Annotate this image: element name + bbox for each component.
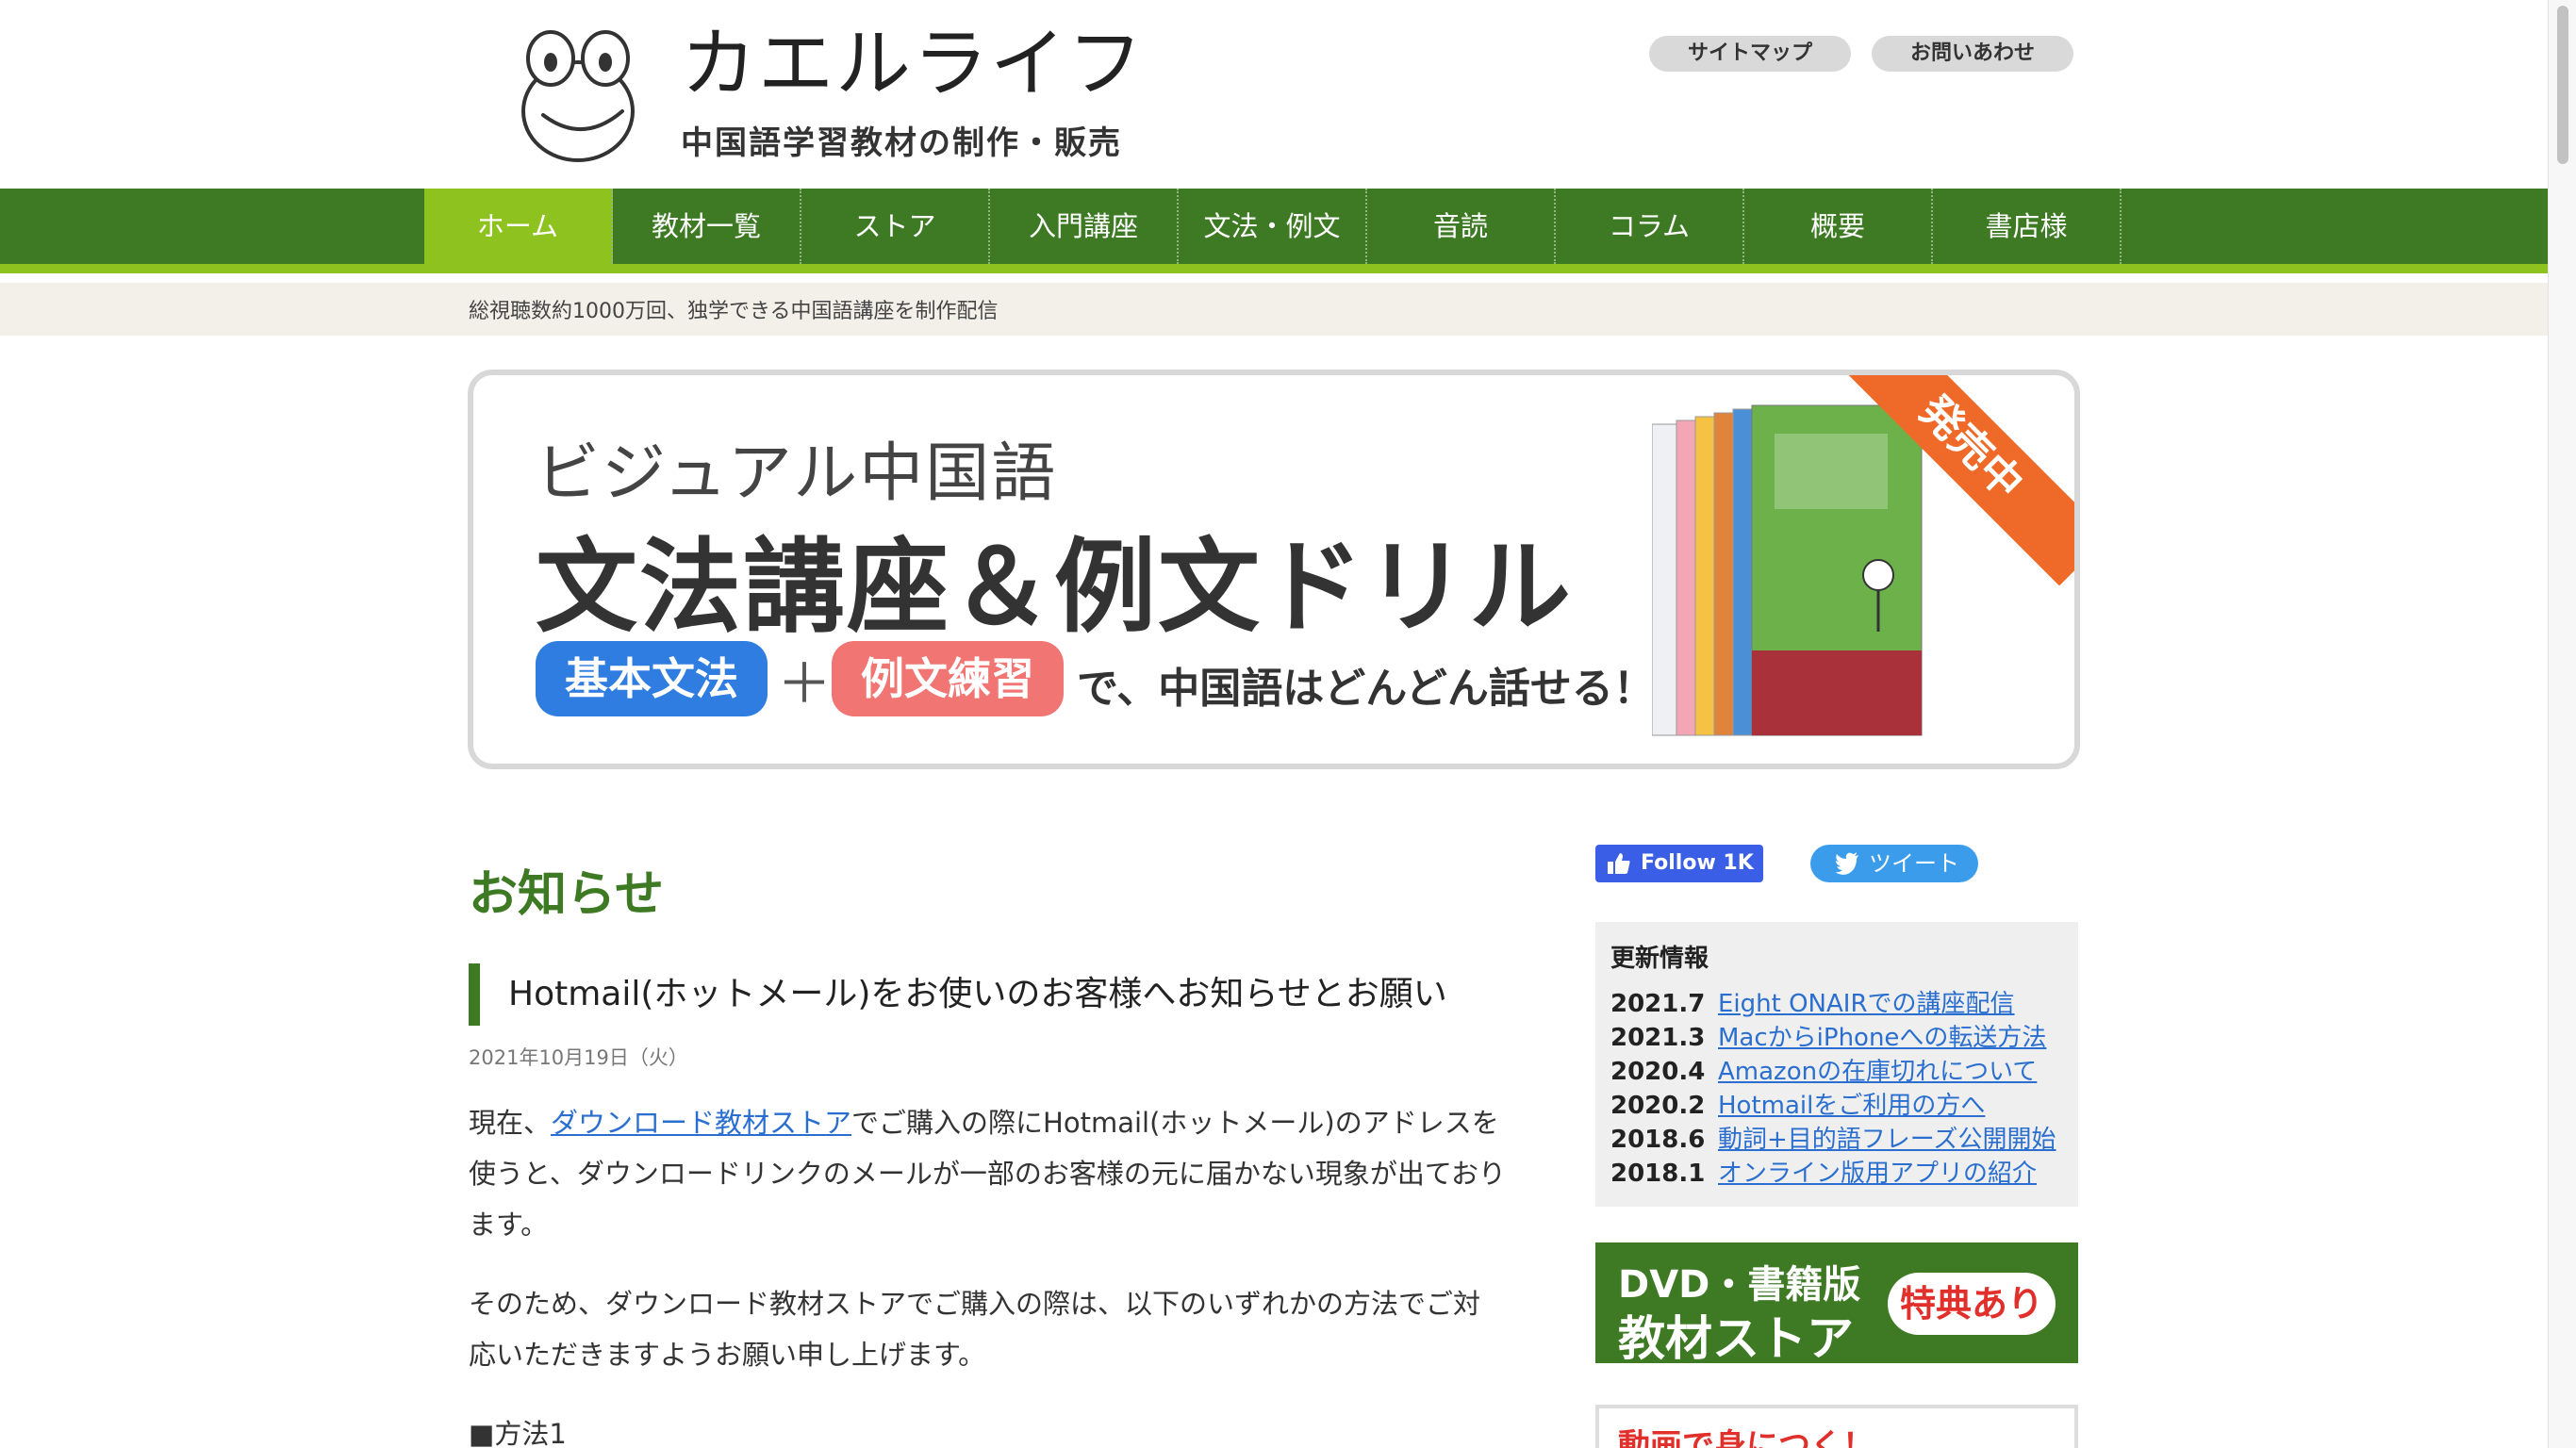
nav-item-about[interactable]: 概要 bbox=[1744, 189, 1933, 264]
update-item: 2021.3 MacからiPhoneへの転送方法 bbox=[1610, 1021, 2063, 1055]
book-set-image-icon bbox=[1652, 404, 1923, 736]
download-store-link[interactable]: ダウンロード教材ストア bbox=[551, 1107, 851, 1139]
update-link[interactable]: Eight ONAIRでの講座配信 bbox=[1718, 990, 2015, 1018]
contact-button[interactable]: お問いあわせ bbox=[1872, 36, 2073, 72]
video-banner-text: 動画で身につく！ bbox=[1618, 1427, 1874, 1448]
store-banner[interactable]: DVD・書籍版 教材ストア 特典あり bbox=[1595, 1242, 2078, 1366]
site-header: カエルライフ 中国語学習教材の制作・販売 サイトマップ お問いあわせ bbox=[0, 0, 2576, 189]
update-link[interactable]: Hotmailをご利用の方へ bbox=[1718, 1092, 1985, 1120]
nav-item-reading[interactable]: 音読 bbox=[1367, 189, 1556, 264]
post-paragraph-2: そのため、ダウンロード教材ストアでご購入の際は、以下のいずれかの方法でご対応いた… bbox=[469, 1288, 1481, 1371]
main-nav: ホーム 教材一覧 ストア 入門講座 文法・例文 音読 コラム 概要 書店様 bbox=[0, 189, 2548, 273]
updates-panel: 更新情報 2021.7 Eight ONAIRでの講座配信 2021.3 Macから… bbox=[1595, 922, 2078, 1207]
nav-item-materials[interactable]: 教材一覧 bbox=[613, 189, 801, 264]
update-year: 2020.4 bbox=[1610, 1058, 1706, 1086]
scrollbar-thumb[interactable] bbox=[2557, 6, 2568, 164]
update-item: 2018.1 オンライン版用アプリの紹介 bbox=[1610, 1157, 2063, 1191]
facebook-follow-label: Follow 1K bbox=[1641, 851, 1754, 875]
post-paragraph-1: 現在、ダウンロード教材ストアでご購入の際にHotmail(ホットメール)のアドレ… bbox=[469, 1097, 1506, 1250]
update-item: 2020.4 Amazonの在庫切れについて bbox=[1610, 1055, 2063, 1089]
nav-item-home[interactable]: ホーム bbox=[424, 189, 613, 264]
example-practice-pill: 例文練習 bbox=[832, 641, 1064, 716]
bonus-badge: 特典あり bbox=[1888, 1273, 2056, 1335]
frog-logo-icon[interactable] bbox=[517, 25, 639, 166]
update-item: 2021.7 Eight ONAIRでの講座配信 bbox=[1610, 987, 2063, 1021]
store-banner-line2: 教材ストア bbox=[1618, 1311, 1854, 1366]
nav-item-column[interactable]: コラム bbox=[1556, 189, 1744, 264]
update-link[interactable]: オンライン版用アプリの紹介 bbox=[1718, 1160, 2037, 1188]
update-year: 2021.7 bbox=[1610, 990, 1706, 1018]
nav-item-store[interactable]: ストア bbox=[801, 189, 990, 264]
updates-title: 更新情報 bbox=[1610, 945, 1709, 973]
banner-subtitle: ビジュアル中国語 bbox=[536, 436, 1058, 511]
p1-text-before: 現在、 bbox=[469, 1107, 552, 1139]
update-link[interactable]: MacからiPhoneへの転送方法 bbox=[1718, 1024, 2046, 1052]
update-year: 2018.6 bbox=[1610, 1126, 1706, 1154]
update-item: 2018.6 動詞+目的語フレーズ公開開始 bbox=[1610, 1123, 2063, 1157]
plus-sign: ＋ bbox=[777, 651, 833, 716]
update-item: 2020.2 Hotmailをご利用の方へ bbox=[1610, 1089, 2063, 1123]
thumbs-up-icon bbox=[1608, 853, 1630, 874]
post-paragraph-3: ■方法1 bbox=[469, 1418, 567, 1448]
twitter-bird-icon bbox=[1835, 852, 1858, 875]
tweet-button[interactable]: ツイート bbox=[1810, 845, 1978, 882]
nav-item-grammar[interactable]: 文法・例文 bbox=[1179, 189, 1367, 264]
basic-grammar-pill: 基本文法 bbox=[536, 641, 768, 716]
video-banner[interactable]: 動画で身につく！ bbox=[1595, 1405, 2078, 1448]
update-year: 2020.2 bbox=[1610, 1092, 1706, 1120]
banner-title: 文法講座＆例文ドリル bbox=[536, 529, 1574, 647]
site-subtitle: 中国語学習教材の制作・販売 bbox=[681, 124, 1122, 162]
nav-item-bookstores[interactable]: 書店様 bbox=[1933, 189, 2122, 264]
post-title: Hotmail(ホットメール)をお使いのお客様へお知らせとお願い bbox=[508, 975, 1447, 1013]
banner-tagline: で、中国語はどんどん話せる！ bbox=[1077, 665, 1655, 713]
update-link[interactable]: 動詞+目的語フレーズ公開開始 bbox=[1718, 1126, 2056, 1154]
tagline-bar: 総視聴数約1000万回、独学できる中国語講座を制作配信 bbox=[0, 283, 2548, 336]
promo-banner[interactable]: ビジュアル中国語 文法講座＆例文ドリル 基本文法 ＋ 例文練習 で、中国語はどん… bbox=[468, 370, 2080, 769]
update-link[interactable]: Amazonの在庫切れについて bbox=[1718, 1058, 2037, 1086]
update-year: 2021.3 bbox=[1610, 1024, 1706, 1052]
update-year: 2018.1 bbox=[1610, 1160, 1706, 1188]
post-title-block: Hotmail(ホットメール)をお使いのお客様へお知らせとお願い bbox=[469, 963, 1447, 1026]
news-section-title: お知らせ bbox=[469, 866, 664, 923]
facebook-follow-button[interactable]: Follow 1K bbox=[1595, 845, 1763, 882]
vertical-scrollbar[interactable] bbox=[2548, 0, 2576, 1448]
nav-item-intro-course[interactable]: 入門講座 bbox=[990, 189, 1179, 264]
sitemap-button[interactable]: サイトマップ bbox=[1649, 36, 1851, 72]
post-date: 2021年10月19日（火） bbox=[469, 1046, 688, 1069]
tweet-label: ツイート bbox=[1869, 850, 1959, 877]
tagline-text: 総視聴数約1000万回、独学できる中国語講座を制作配信 bbox=[469, 300, 999, 323]
site-title[interactable]: カエルライフ bbox=[681, 26, 1145, 102]
